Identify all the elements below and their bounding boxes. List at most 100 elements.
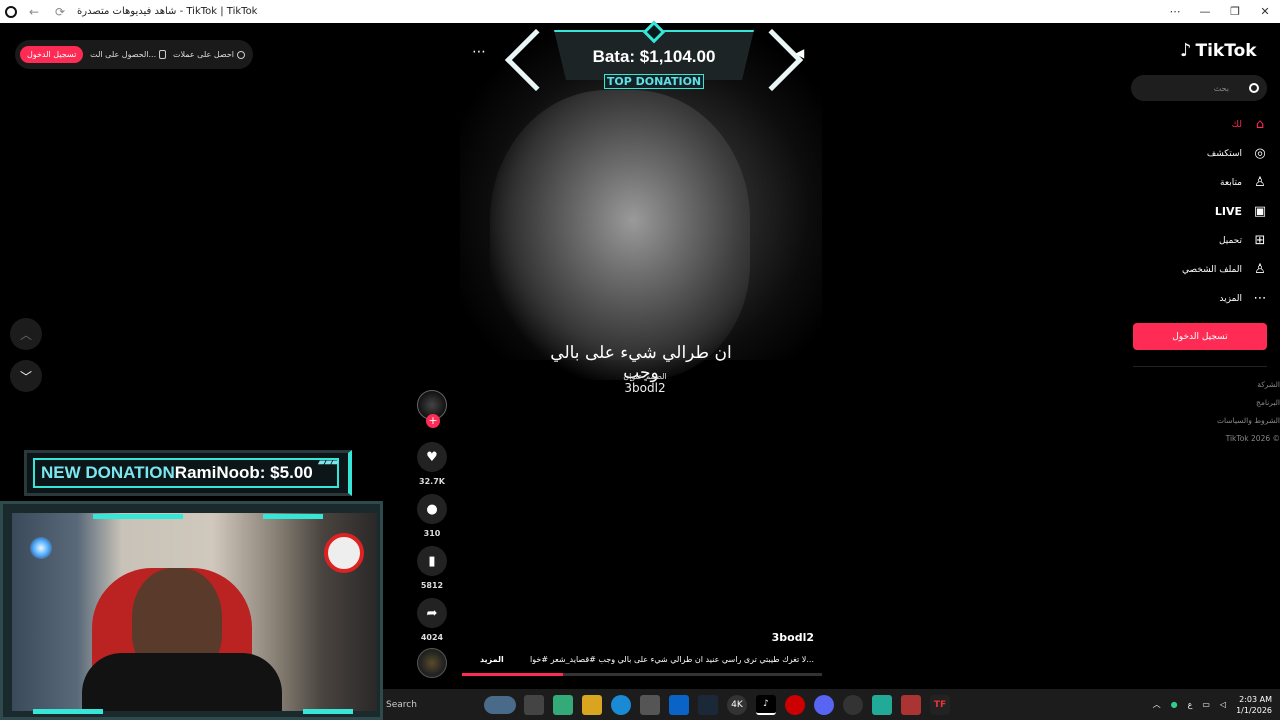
get-coins-link[interactable]: احصل على عملات: [173, 50, 245, 59]
more-icon: ⋯: [1253, 291, 1267, 306]
steam-icon[interactable]: [698, 694, 718, 715]
search-input[interactable]: بحث: [1131, 75, 1267, 101]
minimize-icon[interactable]: —: [1190, 0, 1220, 23]
network-icon[interactable]: ▭: [1202, 700, 1210, 709]
sidebar-item-for-you[interactable]: لك ⌂: [1150, 110, 1268, 139]
footer-link-terms[interactable]: الشروط والسياسات: [1180, 412, 1280, 430]
app-green-icon[interactable]: [872, 694, 892, 715]
frame-accent-bottom-left: [33, 709, 103, 714]
volume-tray-icon[interactable]: ◁: [1220, 700, 1226, 709]
sidebar-item-following[interactable]: متابعة ♙: [1150, 168, 1268, 197]
frame-accent-bottom-right: [303, 709, 353, 714]
close-icon[interactable]: ✕: [1250, 0, 1280, 23]
video-watermark: الصمم عنوان 3bodl2: [615, 372, 675, 395]
description-text: لا تغرك طيبتي ترى راسي عنيد ان طرالي شيء…: [530, 655, 814, 664]
discord-icon[interactable]: [814, 694, 834, 715]
sidebar-login-button[interactable]: تسجيل الدخول: [1133, 323, 1267, 350]
top-donation-overlay: Bata: $1,104.00 TOP DONATION: [504, 20, 804, 92]
app-red-icon[interactable]: [901, 694, 921, 715]
frame-accent-top: [93, 514, 183, 519]
clock-date: 1/1/2026: [1236, 705, 1272, 715]
header-login-button[interactable]: تسجيل الدخول: [20, 46, 84, 63]
back-icon[interactable]: ←: [25, 5, 43, 19]
get-coins-label: احصل على عملات: [172, 50, 234, 59]
chevron-down-icon: ﹀: [19, 369, 32, 384]
no-smoking-sign: [324, 533, 364, 573]
sidebar-menu: لك ⌂ استكشف ◎ متابعة ♙ LIVE ▣ تحميل ⊞ ال…: [1150, 110, 1268, 313]
bookmark-icon[interactable]: ▮: [417, 546, 447, 576]
share-action[interactable]: ➦ 4024: [417, 598, 447, 642]
widgets-icon[interactable]: [553, 694, 573, 715]
heart-icon[interactable]: ♥: [417, 442, 447, 472]
sidebar-item-label: متابعة: [1220, 177, 1242, 188]
share-icon[interactable]: ➦: [417, 598, 447, 628]
new-donation-overlay: NEW DONATIONRamiNoob: $5.00 ▰▰▰: [24, 450, 352, 496]
music-disc-icon[interactable]: [417, 648, 447, 678]
coin-icon: [236, 50, 245, 59]
stripes-decoration: ▰▰▰: [317, 457, 339, 468]
top-actions-pill: تسجيل الدخول الحصول على الت... احصل على …: [15, 40, 253, 69]
sidebar-item-upload[interactable]: تحميل ⊞: [1150, 226, 1268, 255]
browser-title-bar: ← ⟳ شاهد فيديوهات متصدرة - TikTok | TikT…: [0, 0, 1280, 23]
search-highlight-icon: [484, 695, 516, 714]
task-view-icon[interactable]: [524, 694, 544, 715]
taskbar-search[interactable]: Search: [386, 695, 516, 714]
clock-time: 2:03 AM: [1239, 694, 1272, 704]
4k-app-icon[interactable]: 4K: [727, 694, 747, 715]
video-action-bar: +: [414, 390, 450, 428]
tiktok-logo[interactable]: ♪ TikTok: [1180, 40, 1257, 61]
sidebar-item-live[interactable]: LIVE ▣: [1150, 197, 1268, 226]
sidebar-item-more[interactable]: المزيد ⋯: [1150, 284, 1268, 313]
save-action[interactable]: ▮ 5812: [417, 546, 447, 590]
sidebar-item-profile[interactable]: الملف الشخصي ♙: [1150, 255, 1268, 284]
sidebar-item-explore[interactable]: استكشف ◎: [1150, 139, 1268, 168]
compass-icon: ◎: [1254, 146, 1266, 161]
taskbar-apps: 4K ♪ TF: [524, 694, 950, 715]
window-controls: ⋯ — ❐ ✕: [1160, 0, 1280, 23]
tiktok-note-icon: ♪: [1180, 40, 1192, 61]
footer-link-program[interactable]: البرنامج: [1180, 394, 1280, 412]
video-options-icon[interactable]: ⋯: [472, 44, 487, 60]
obs-icon[interactable]: [843, 694, 863, 715]
comment-action[interactable]: ● 310: [417, 494, 447, 538]
profile-icon: ♙: [1254, 262, 1266, 277]
tiktok-taskbar-icon[interactable]: ♪: [756, 694, 776, 715]
search-placeholder: بحث: [1213, 83, 1229, 93]
microphone-icon[interactable]: ●: [1171, 700, 1178, 709]
comment-icon[interactable]: ●: [417, 494, 447, 524]
sidebar-item-label: الملف الشخصي: [1182, 264, 1242, 275]
window-title: شاهد فيديوهات متصدرة - TikTok | TikTok: [77, 6, 258, 17]
previous-video-button[interactable]: ︿: [10, 318, 42, 350]
creator-avatar[interactable]: +: [417, 390, 447, 428]
store-icon[interactable]: [640, 694, 660, 715]
language-indicator[interactable]: ع: [1188, 700, 1193, 709]
like-action[interactable]: ♥ 32.7K: [417, 442, 447, 486]
lamp-light: [30, 537, 52, 559]
restore-icon[interactable]: ❐: [1220, 0, 1250, 23]
top-donation-label: TOP DONATION: [604, 74, 704, 89]
file-explorer-icon[interactable]: [582, 694, 602, 715]
get-app-label: الحصول على الت...: [90, 50, 157, 59]
video-author[interactable]: 3bodl2: [760, 631, 814, 644]
edge-icon[interactable]: [611, 694, 631, 715]
reload-icon[interactable]: ⟳: [51, 5, 69, 19]
share-count: 4024: [420, 633, 444, 642]
video-progress-bar[interactable]: [462, 673, 822, 676]
menu-dots-icon[interactable]: ⋯: [1160, 0, 1190, 23]
taskbar-clock[interactable]: 2:03 AM 1/1/2026: [1236, 694, 1272, 716]
more-link[interactable]: المزيد: [480, 655, 504, 664]
search-icon[interactable]: [1249, 83, 1259, 93]
tf-app-icon[interactable]: TF: [930, 694, 950, 715]
outlook-icon[interactable]: [669, 694, 689, 715]
video-progress-fill: [462, 673, 563, 676]
video-description: المزيد لا تغرك طيبتي ترى راسي عنيد ان طر…: [470, 655, 814, 664]
tiktok-app-icon: [5, 5, 17, 18]
footer-link-company[interactable]: الشركة: [1180, 376, 1280, 394]
tray-chevron-icon[interactable]: ︿: [1153, 699, 1161, 710]
sidebar-divider: [1133, 366, 1267, 367]
opera-icon[interactable]: [785, 694, 805, 715]
follow-plus-icon[interactable]: +: [426, 414, 440, 428]
get-app-link[interactable]: الحصول على الت...: [90, 50, 167, 59]
screen: ← ⟳ شاهد فيديوهات متصدرة - TikTok | TikT…: [0, 0, 1280, 720]
next-video-button[interactable]: ﹀: [10, 360, 42, 392]
